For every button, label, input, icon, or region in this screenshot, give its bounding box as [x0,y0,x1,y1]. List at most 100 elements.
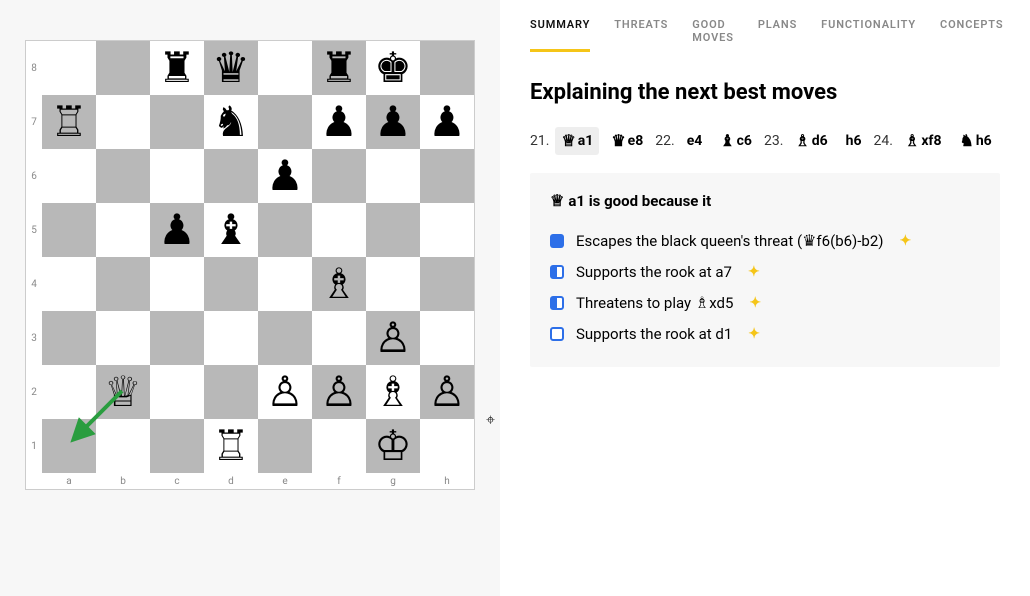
square-g5[interactable] [366,203,420,257]
square-c6[interactable] [150,149,204,203]
move-black[interactable]: h6 [840,129,868,153]
reason-item[interactable]: Supports the rook at a7✦ [550,257,980,287]
square-f2[interactable]: ♙ [312,365,366,419]
square-a7[interactable]: ♖ [42,95,96,149]
square-c3[interactable] [150,311,204,365]
square-b2[interactable]: ♕ [96,365,150,419]
expand-icon[interactable]: ✦ [749,295,761,311]
square-d4[interactable] [204,257,258,311]
move-number: 23. [764,133,783,149]
move-white[interactable]: e4 [681,129,709,153]
square-h1[interactable] [420,419,474,473]
reason-item[interactable]: Supports the rook at d1✦ [550,319,980,349]
square-h6[interactable] [420,149,474,203]
square-h7[interactable]: ♟ [420,95,474,149]
move-black[interactable]: ♝c6 [714,127,758,155]
square-a1[interactable] [42,419,96,473]
move-black[interactable]: ♛e8 [605,127,649,155]
square-c8[interactable]: ♜ [150,41,204,95]
piece: ♞ [212,101,250,143]
square-a6[interactable] [42,149,96,203]
square-g2[interactable]: ♗ [366,365,420,419]
tab-threats[interactable]: THREATS [614,18,668,52]
square-a5[interactable] [42,203,96,257]
square-a8[interactable] [42,41,96,95]
importance-bullet-icon [550,265,564,279]
square-b7[interactable] [96,95,150,149]
square-b8[interactable] [96,41,150,95]
square-c4[interactable] [150,257,204,311]
square-f5[interactable] [312,203,366,257]
square-d2[interactable] [204,365,258,419]
square-f4[interactable]: ♗ [312,257,366,311]
square-h5[interactable] [420,203,474,257]
square-b5[interactable] [96,203,150,257]
tab-good-moves[interactable]: GOOD MOVES [692,18,734,52]
square-g4[interactable] [366,257,420,311]
square-f7[interactable]: ♟ [312,95,366,149]
square-c7[interactable] [150,95,204,149]
tab-summary[interactable]: SUMMARY [530,18,590,52]
move-number: 21. [530,133,549,149]
square-b1[interactable] [96,419,150,473]
square-e4[interactable] [258,257,312,311]
square-g8[interactable]: ♚ [366,41,420,95]
square-a2[interactable] [42,365,96,419]
square-f8[interactable]: ♜ [312,41,366,95]
file-label: b [96,473,150,489]
square-e1[interactable] [258,419,312,473]
piece: ♟ [266,155,304,197]
reason-item[interactable]: Escapes the black queen's threat (♛f6(b6… [550,225,980,257]
square-h8[interactable] [420,41,474,95]
square-g1[interactable]: ♔ [366,419,420,473]
tab-plans[interactable]: PLANS [758,18,797,52]
square-c5[interactable]: ♟ [150,203,204,257]
square-a3[interactable] [42,311,96,365]
square-b3[interactable] [96,311,150,365]
square-e6[interactable]: ♟ [258,149,312,203]
square-f3[interactable] [312,311,366,365]
square-e8[interactable] [258,41,312,95]
square-a4[interactable] [42,257,96,311]
square-d8[interactable]: ♛ [204,41,258,95]
piece: ♟ [158,209,196,251]
expand-icon[interactable]: ✦ [748,264,760,280]
piece: ♝ [212,209,250,251]
square-f1[interactable] [312,419,366,473]
expand-icon[interactable]: ✦ [748,326,760,342]
square-c2[interactable] [150,365,204,419]
square-e5[interactable] [258,203,312,257]
square-g3[interactable]: ♙ [366,311,420,365]
square-d3[interactable] [204,311,258,365]
tab-concepts[interactable]: CONCEPTS [940,18,1003,52]
square-d5[interactable]: ♝ [204,203,258,257]
square-d1[interactable]: ♖ [204,419,258,473]
reason-item[interactable]: Threatens to play ♗xd5✦ [550,287,980,319]
move-white[interactable]: ♗d6 [789,127,833,155]
chess-board[interactable]: 8♜♛♜♚7♖♞♟♟♟6♟5♟♝4♗3♙2♕♙♙♗♙1♖♔abcdefgh [25,40,475,490]
tab-functionality[interactable]: FUNCTIONALITY [821,18,916,52]
move-white[interactable]: ♗xf8 [899,127,948,155]
file-label: c [150,473,204,489]
square-h4[interactable] [420,257,474,311]
square-e7[interactable] [258,95,312,149]
square-b4[interactable] [96,257,150,311]
square-g6[interactable] [366,149,420,203]
square-h3[interactable] [420,311,474,365]
square-f6[interactable] [312,149,366,203]
square-e3[interactable] [258,311,312,365]
file-label: d [204,473,258,489]
move-white[interactable]: ♕a1 [555,127,599,155]
expand-icon[interactable]: ✦ [900,233,912,249]
square-b6[interactable] [96,149,150,203]
square-g7[interactable]: ♟ [366,95,420,149]
square-d7[interactable]: ♞ [204,95,258,149]
square-e2[interactable]: ♙ [258,365,312,419]
piece: ♗ [374,371,412,413]
move-black[interactable]: ♞h6 [953,127,997,155]
rank-label: 5 [26,203,42,257]
square-h2[interactable]: ♙ [420,365,474,419]
square-d6[interactable] [204,149,258,203]
square-c1[interactable] [150,419,204,473]
rank-label: 3 [26,311,42,365]
